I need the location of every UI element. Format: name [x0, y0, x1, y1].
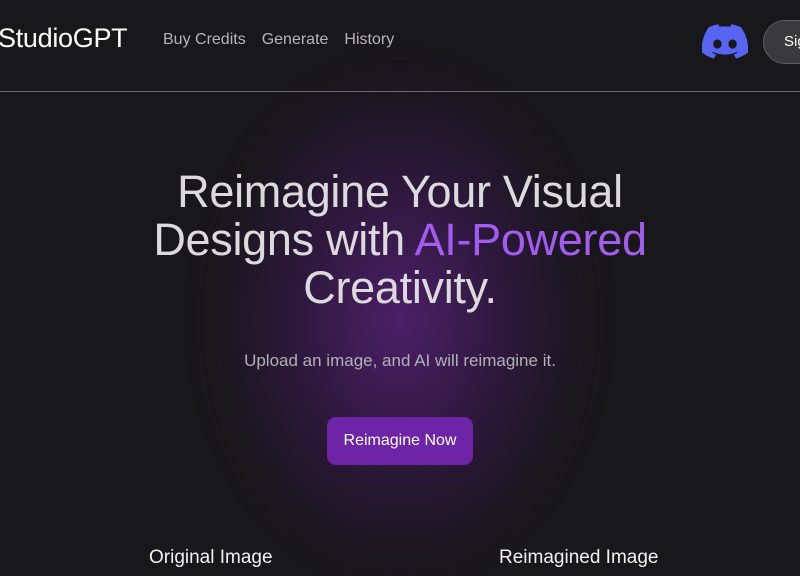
- hero-title-accent: AI-Powered: [414, 214, 647, 265]
- logo[interactable]: StudioGPT: [0, 23, 128, 54]
- hero-title: Reimagine Your Visual Designs with AI-Po…: [100, 168, 700, 312]
- nav-history[interactable]: History: [344, 31, 394, 49]
- nav-buy-credits[interactable]: Buy Credits: [163, 31, 246, 49]
- original-image-label: Original Image: [149, 547, 273, 568]
- hero-subtitle: Upload an image, and AI will reimagine i…: [244, 351, 556, 370]
- reimagine-now-button[interactable]: Reimagine Now: [327, 417, 473, 465]
- discord-icon[interactable]: [702, 24, 748, 60]
- sign-in-button[interactable]: Sign In: [763, 20, 800, 64]
- hero-title-line3: Creativity.: [303, 262, 497, 313]
- nav-generate[interactable]: Generate: [262, 31, 329, 49]
- page: StudioGPT Buy Credits Generate History S…: [0, 0, 800, 576]
- main-nav: Buy Credits Generate History: [163, 31, 394, 49]
- background-glow: [200, 60, 600, 576]
- reimagined-image-label: Reimagined Image: [499, 547, 659, 568]
- hero-title-line1: Reimagine Your Visual: [177, 166, 623, 217]
- hero-title-line2-prefix: Designs with: [153, 214, 415, 265]
- top-navbar: StudioGPT Buy Credits Generate History S…: [0, 0, 800, 92]
